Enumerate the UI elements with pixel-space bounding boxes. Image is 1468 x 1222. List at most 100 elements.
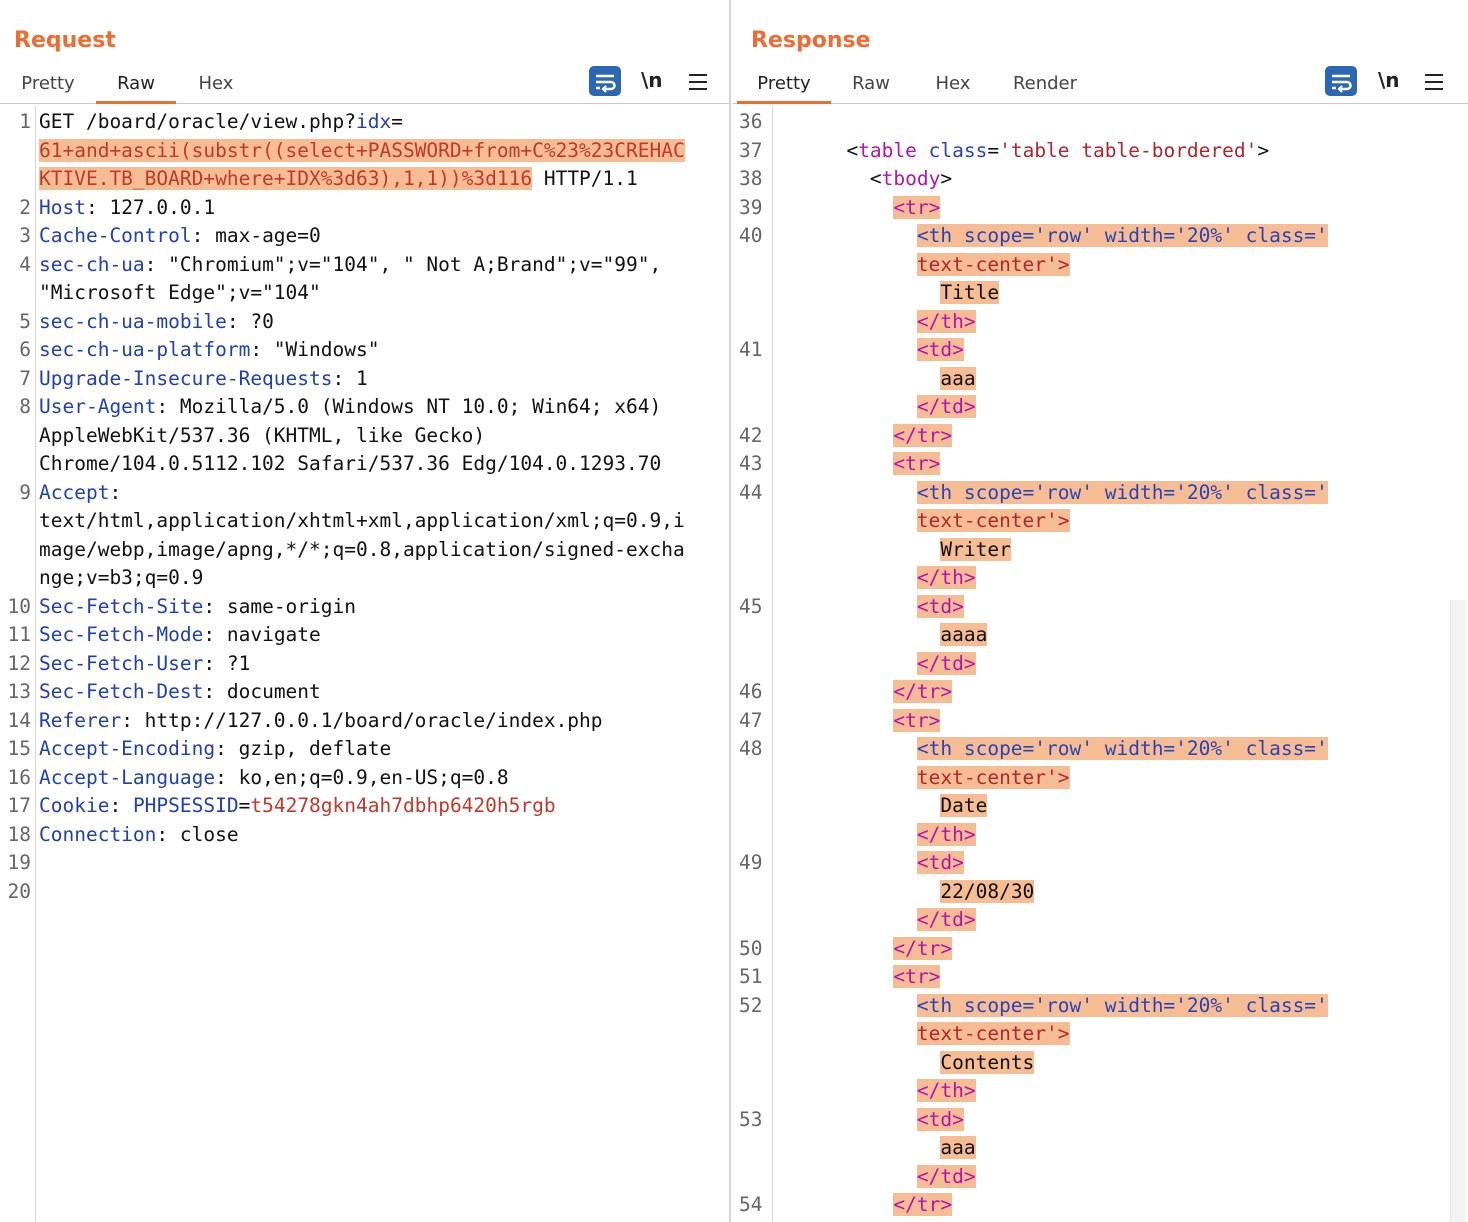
line-number: 36: [739, 110, 763, 133]
code-token: idx: [355, 110, 392, 133]
code-line: </td>: [776, 1163, 976, 1192]
code-token: aaa: [940, 366, 976, 390]
code-line: <th scope='row' width='20%' class=': [776, 735, 1328, 764]
word-wrap-icon[interactable]: [1325, 66, 1357, 96]
response-scrollbar[interactable]: [1450, 600, 1466, 1222]
code-token: Referer: [39, 708, 122, 732]
code-token: Cache-Control: [39, 224, 192, 247]
code-line: Cache-Control: max-age=0: [39, 222, 321, 251]
code-line: <td>: [776, 849, 964, 878]
code-line: text-center'>: [776, 1020, 1070, 1049]
code-token: Sec-Fetch-Mode: [39, 623, 204, 646]
menu-icon[interactable]: [689, 74, 707, 90]
code-token: <th scope='row' width='20%' class=': [916, 224, 1328, 247]
code-line: Referer: http://127.0.0.1/board/oracle/i…: [39, 707, 603, 736]
code-token: sec-ch-ua: [39, 252, 145, 276]
code-token: sec-ch-ua-mobile: [39, 309, 227, 333]
code-line: <th scope='row' width='20%' class=': [776, 992, 1328, 1021]
code-token: : ko,en;q=0.9,en-US;q=0.8: [215, 765, 509, 789]
response-line-numbers: 36 37 38 39 40 41 42 43 44 45 46 47 48 49 50 51 52 53 54: [733, 106, 773, 1222]
code-token: </th>: [916, 566, 976, 589]
line-number: 1: [19, 110, 31, 133]
tab-hex[interactable]: Hex: [927, 70, 979, 104]
line-number: 48: [739, 737, 763, 760]
code-line: AppleWebKit/537.36 (KHTML, like Gecko): [39, 422, 485, 451]
code-line: Writer: [776, 536, 1011, 565]
tab-pretty[interactable]: Pretty: [737, 70, 831, 104]
response-pane: Response Pretty Raw Hex Render \n 36 37 38…: [733, 0, 1468, 1222]
code-token: : ?0: [226, 309, 274, 333]
code-line: <tr>: [776, 707, 941, 736]
code-token: aaa: [940, 1136, 976, 1159]
code-token: : same-origin: [203, 594, 356, 618]
code-line: </th>: [776, 821, 976, 850]
line-number: 19: [7, 851, 31, 874]
code-token: table: [858, 138, 917, 162]
line-number: 42: [739, 423, 763, 447]
code-token: sec-ch-ua-platform: [39, 338, 251, 361]
code-token: :: [109, 480, 122, 504]
response-editor[interactable]: 36 37 38 39 40 41 42 43 44 45 46 47 48 49 50 51 52 53 54 <…: [733, 106, 1468, 1222]
code-token: PHPSESSID: [132, 794, 239, 817]
newline-toggle-icon[interactable]: \n: [1378, 68, 1400, 92]
code-token: =: [238, 794, 251, 817]
code-line: <td>: [776, 336, 964, 365]
code-token: Upgrade-Insecure-Requests: [39, 366, 333, 390]
tab-raw[interactable]: Raw: [845, 70, 897, 104]
code-line: Title: [776, 279, 1000, 308]
word-wrap-icon[interactable]: [589, 66, 621, 96]
tab-raw[interactable]: Raw: [96, 70, 176, 104]
line-number: 7: [19, 366, 31, 390]
code-line: <th scope='row' width='20%' class=': [776, 479, 1328, 508]
line-number: 52: [739, 993, 763, 1017]
line-number: 14: [7, 708, 31, 732]
code-token: </th>: [916, 822, 976, 846]
code-line: User-Agent: Mozilla/5.0 (Windows NT 10.0…: [39, 393, 661, 422]
code-line: sec-ch-ua: "Chromium";v="104", " Not A;B…: [39, 251, 661, 280]
code-token: Accept-Encoding: [39, 737, 216, 760]
code-token: : http://127.0.0.1/board/oracle/index.ph…: [121, 708, 603, 732]
code-line: Date: [776, 792, 988, 821]
code-line: Cookie: PHPSESSID=t54278gkn4ah7dbhp6420h…: [39, 792, 556, 821]
code-line: Accept:: [39, 479, 121, 508]
line-number: 5: [19, 309, 31, 333]
tab-hex[interactable]: Hex: [190, 70, 242, 104]
code-token: </td>: [916, 395, 976, 418]
code-token: </tr>: [893, 936, 953, 960]
code-token: <tr>: [893, 452, 941, 475]
code-token: "Microsoft Edge";v="104": [39, 281, 321, 304]
tab-pretty[interactable]: Pretty: [14, 70, 82, 104]
menu-icon[interactable]: [1425, 74, 1443, 90]
code-token: Accept: [39, 480, 110, 504]
newline-toggle-icon[interactable]: \n: [641, 68, 663, 92]
code-token: </td>: [916, 651, 976, 675]
code-line: aaa: [776, 365, 976, 394]
request-title: Request: [14, 28, 116, 53]
code-line: mage/webp,image/apng,*/*;q=0.8,applicati…: [39, 536, 685, 565]
line-number: 39: [739, 195, 763, 219]
line-number: 18: [7, 822, 31, 846]
code-token: nge;v=b3;q=0.9: [39, 566, 204, 589]
tab-render[interactable]: Render: [1005, 70, 1085, 104]
code-token: <tr>: [893, 708, 941, 732]
request-editor[interactable]: 1 2 3 4 5 6 7 8 9 10 11 12 13 14 15 16 17 18 19 20 GET /boa…: [0, 106, 729, 1222]
